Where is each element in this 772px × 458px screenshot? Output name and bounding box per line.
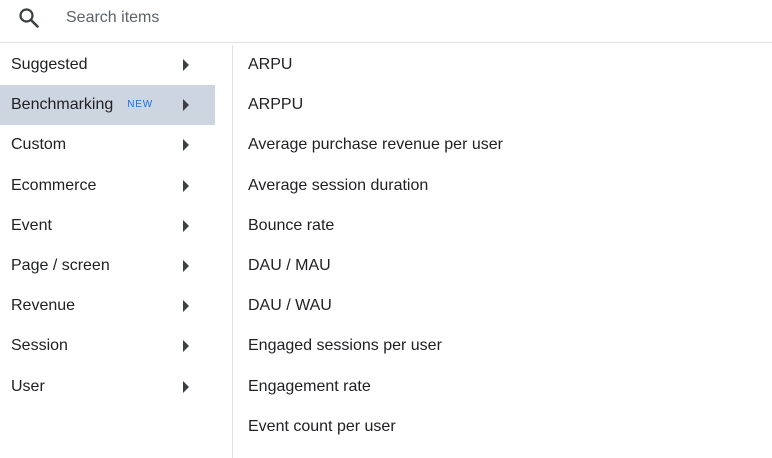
category-label: Benchmarking <box>11 96 114 114</box>
chevron-right-icon <box>183 179 189 192</box>
category-item-ecommerce[interactable]: Ecommerce <box>0 166 215 206</box>
category-label: Suggested <box>11 56 88 73</box>
category-item-revenue[interactable]: Revenue <box>0 286 215 326</box>
category-label: Event <box>11 216 52 234</box>
metric-label: Average purchase revenue per user <box>248 136 503 154</box>
search-bar <box>0 0 772 43</box>
metric-item-bounce-rate[interactable]: Bounce rate <box>234 206 772 246</box>
metric-label: Bounce rate <box>248 216 335 234</box>
search-input[interactable] <box>56 4 476 32</box>
metric-label: ARPU <box>248 56 293 73</box>
metric-label: Average session duration <box>248 176 429 194</box>
chevron-right-icon <box>183 99 189 112</box>
metric-item-engaged-sessions-per-user[interactable]: Engaged sessions per user <box>234 326 772 366</box>
chevron-right-icon <box>183 259 189 272</box>
metric-item-arpu[interactable]: ARPU <box>234 45 772 85</box>
metric-label: Engaged sessions per user <box>248 337 442 355</box>
category-item-suggested[interactable]: Suggested <box>0 45 215 85</box>
chevron-right-icon <box>183 219 189 232</box>
category-item-custom[interactable]: Custom <box>0 125 215 165</box>
metric-label: DAU / MAU <box>248 256 331 274</box>
category-label: Revenue <box>11 297 76 315</box>
category-item-event[interactable]: Event <box>0 206 215 246</box>
metric-item-arppu[interactable]: ARPPU <box>234 85 772 125</box>
category-label: Custom <box>11 136 67 154</box>
category-label: Page / screen <box>11 256 110 274</box>
metric-item-event-count-per-user[interactable]: Event count per user <box>234 407 772 447</box>
new-badge: NEW <box>127 99 154 111</box>
search-icon[interactable] <box>17 6 41 30</box>
chevron-right-icon <box>183 59 189 71</box>
chevron-right-icon <box>183 340 189 353</box>
metric-item-average-session-duration[interactable]: Average session duration <box>234 166 772 206</box>
category-item-session[interactable]: Session <box>0 326 215 366</box>
category-list: Suggested Benchmarking NEW Custom Ecommer… <box>0 45 233 458</box>
category-label: Session <box>11 337 68 355</box>
category-label: User <box>11 377 45 395</box>
metric-label: Event count per user <box>248 417 396 435</box>
chevron-right-icon <box>183 139 189 152</box>
metric-label: DAU / WAU <box>248 297 332 315</box>
metric-list: ARPU ARPPU Average purchase revenue per … <box>234 45 772 458</box>
chevron-right-icon <box>183 300 189 313</box>
metric-label: ARPPU <box>248 96 304 114</box>
category-item-user[interactable]: User <box>0 367 215 407</box>
chevron-right-icon <box>183 380 189 393</box>
metric-item-engagement-rate[interactable]: Engagement rate <box>234 367 772 407</box>
metric-item-dau-wau[interactable]: DAU / WAU <box>234 286 772 326</box>
metric-item-dau-mau[interactable]: DAU / MAU <box>234 246 772 286</box>
metric-label: Engagement rate <box>248 377 371 395</box>
metric-item-average-purchase-revenue-per-user[interactable]: Average purchase revenue per user <box>234 125 772 165</box>
category-item-page-screen[interactable]: Page / screen <box>0 246 215 286</box>
category-label: Ecommerce <box>11 176 97 194</box>
category-item-benchmarking[interactable]: Benchmarking NEW <box>0 85 215 126</box>
